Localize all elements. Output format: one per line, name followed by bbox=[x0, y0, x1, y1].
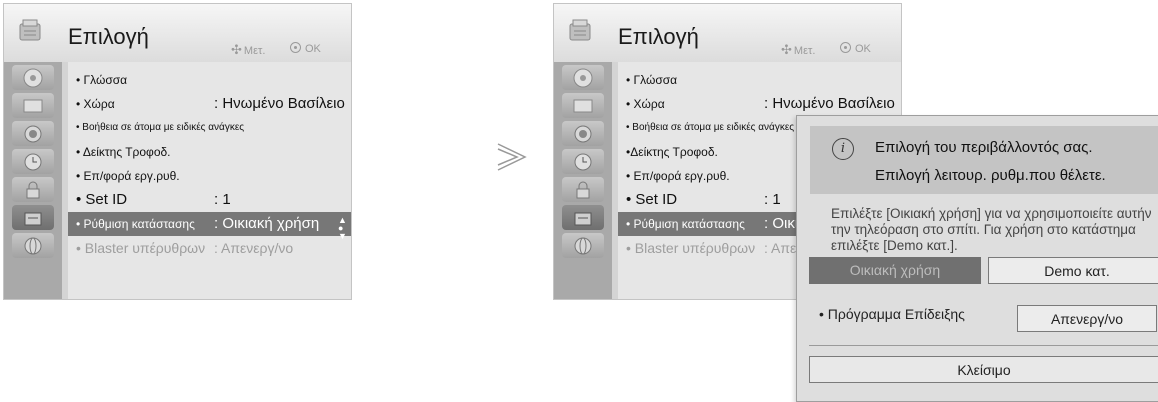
sidebar-item-option[interactable] bbox=[12, 205, 54, 230]
ok-hint: OK bbox=[840, 42, 871, 55]
dpad-icon: ✣ bbox=[231, 42, 242, 57]
menu-item-country[interactable]: • Χώρα: Ηνωμένο Βασίλειο bbox=[68, 92, 351, 116]
country-value: : Ηνωμένο Βασίλειο bbox=[764, 95, 895, 112]
menu-items: • Γλώσσα • Χώρα: Ηνωμένο Βασίλειο • Βοήθ… bbox=[68, 62, 351, 299]
menu-item-set-id[interactable]: • Set ID: 1 bbox=[68, 188, 351, 212]
category-sidebar bbox=[554, 62, 612, 299]
menu-item-language[interactable]: • Γλώσσα bbox=[618, 68, 901, 92]
menu-title: Επιλογή bbox=[68, 24, 149, 49]
menu-item-power-indicator[interactable]: • Δείκτης Τροφοδ. bbox=[68, 140, 351, 164]
option-icon bbox=[574, 212, 592, 226]
demo-program-toggle[interactable]: Απενεργ/νο bbox=[1017, 305, 1157, 332]
dialog-description: Επιλέξτε [Οικιακή χρήση] για να χρησιμοπ… bbox=[831, 206, 1152, 253]
option-category-icon bbox=[569, 19, 591, 41]
menu-header: Επιλογή ✣ Μετ. OK bbox=[554, 4, 901, 62]
menu-item-language[interactable]: • Γλώσσα bbox=[68, 68, 351, 92]
screen-icon bbox=[573, 99, 593, 113]
disc-icon bbox=[573, 68, 593, 88]
info-icon: i bbox=[832, 138, 854, 160]
sidebar-item-lock[interactable] bbox=[12, 177, 54, 202]
sidebar-item-picture[interactable] bbox=[562, 93, 604, 118]
menu-item-factory-reset[interactable]: • Επ/φορά εργ.ρυθ. bbox=[68, 164, 351, 188]
speaker-icon bbox=[574, 125, 592, 143]
ir-blaster-value: : Απενεργ/νο bbox=[214, 240, 294, 256]
lock-icon bbox=[576, 181, 590, 199]
menu-title: Επιλογή bbox=[618, 24, 699, 49]
dialog-line2: Επιλογή λειτουρ. ρυθμ.που θέλετε. bbox=[875, 167, 1106, 184]
demo-program-label: • Πρόγραμμα Επίδειξης bbox=[819, 306, 965, 322]
ok-button-icon bbox=[290, 42, 301, 53]
menu-item-accessibility[interactable]: • Βοήθεια σε άτομα με ειδικές ανάγκες bbox=[68, 116, 351, 140]
option-menu-left: Επιλογή ✣ Μετ. OK • Γλώσσα • Χώρα: Ηνωμέν… bbox=[3, 3, 352, 300]
ok-hint: OK bbox=[290, 42, 321, 55]
sidebar-item-option[interactable] bbox=[562, 205, 604, 230]
dialog-header: i Επιλογή του περιβάλλοντός σας. Επιλογή… bbox=[810, 126, 1158, 194]
mode-setting-dialog: i Επιλογή του περιβάλλοντός σας. Επιλογή… bbox=[796, 115, 1158, 402]
move-hint: ✣ Μετ. bbox=[231, 42, 266, 57]
globe-icon bbox=[574, 237, 592, 255]
set-id-value: : 1 bbox=[214, 191, 231, 208]
speaker-icon bbox=[24, 125, 42, 143]
sidebar-item-network[interactable] bbox=[562, 233, 604, 258]
option-icon bbox=[24, 212, 42, 226]
sidebar-item-setup[interactable] bbox=[12, 65, 54, 90]
mode-setting-value: : Οικιακή χρήση bbox=[214, 215, 320, 232]
screen-icon bbox=[23, 99, 43, 113]
menu-item-country[interactable]: • Χώρα: Ηνωμένο Βασίλειο bbox=[618, 92, 901, 116]
home-use-button[interactable]: Οικιακή χρήση bbox=[809, 257, 981, 284]
store-demo-button[interactable]: Demo κατ. bbox=[988, 257, 1158, 284]
move-hint: ✣ Μετ. bbox=[781, 42, 816, 57]
disc-icon bbox=[23, 68, 43, 88]
set-id-value: : 1 bbox=[764, 191, 781, 208]
sidebar-item-time[interactable] bbox=[562, 149, 604, 174]
dpad-icon: ✣ bbox=[781, 42, 792, 57]
sidebar-item-time[interactable] bbox=[12, 149, 54, 174]
sidebar-item-audio[interactable] bbox=[562, 121, 604, 146]
sidebar-item-picture[interactable] bbox=[12, 93, 54, 118]
country-value: : Ηνωμένο Βασίλειο bbox=[214, 95, 345, 112]
sidebar-item-lock[interactable] bbox=[562, 177, 604, 202]
category-sidebar bbox=[4, 62, 62, 299]
ok-button-icon bbox=[840, 42, 851, 53]
divider bbox=[809, 345, 1158, 346]
sidebar-item-network[interactable] bbox=[12, 233, 54, 258]
sidebar-item-setup[interactable] bbox=[562, 65, 604, 90]
lock-icon bbox=[26, 181, 40, 199]
next-step-arrow-icon bbox=[497, 143, 527, 171]
menu-item-ir-blaster: • Blaster υπέρυθρων: Απενεργ/νο bbox=[68, 236, 351, 260]
menu-header: Επιλογή ✣ Μετ. OK bbox=[4, 4, 351, 62]
globe-icon bbox=[24, 237, 42, 255]
clock-icon bbox=[24, 153, 42, 171]
sidebar-item-audio[interactable] bbox=[12, 121, 54, 146]
clock-icon bbox=[574, 153, 592, 171]
option-category-icon bbox=[19, 19, 41, 41]
menu-item-mode-setting[interactable]: • Ρύθμιση κατάστασης: Οικιακή χρήση ▲ ● ▼ bbox=[68, 212, 351, 241]
dialog-line1: Επιλογή του περιβάλλοντός σας. bbox=[875, 139, 1093, 156]
close-button[interactable]: Κλείσιμο bbox=[809, 356, 1158, 383]
